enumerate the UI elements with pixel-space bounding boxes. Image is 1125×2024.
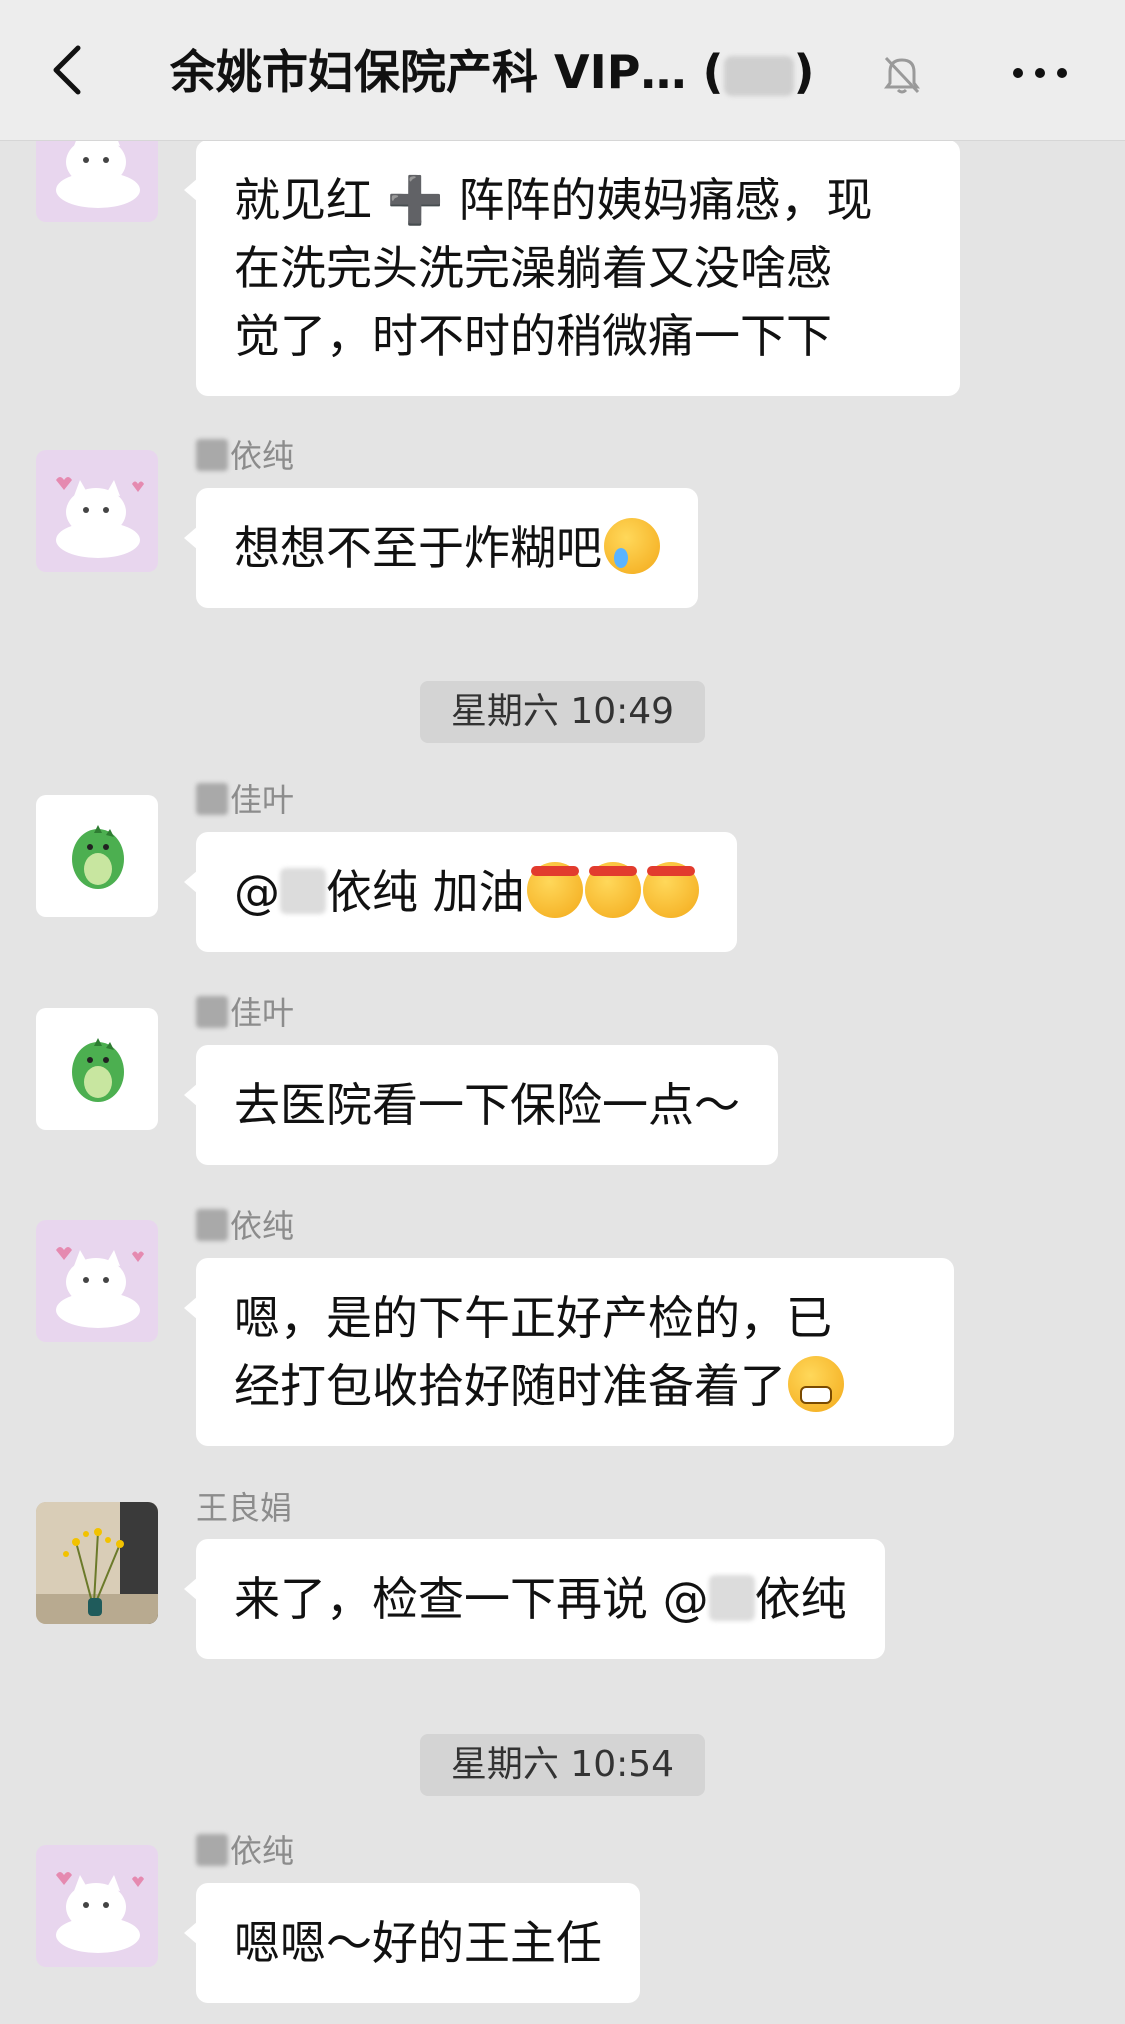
chat-header: 余姚市妇保院产科 VIP… () <box>0 0 1125 141</box>
bell-muted-icon <box>880 52 924 96</box>
avatar[interactable] <box>36 450 158 572</box>
back-button[interactable] <box>40 40 100 100</box>
avatar[interactable] <box>36 795 158 917</box>
sender-name-text: 依纯 <box>230 1207 295 1245</box>
avatar[interactable] <box>36 1502 158 1624</box>
message-text: 嗯嗯～好的王主任 <box>234 1916 602 1970</box>
mention-prefix: @ <box>234 865 280 919</box>
flower-photo-avatar-icon <box>36 1502 158 1624</box>
sender-name-text: 依纯 <box>230 1832 295 1870</box>
avatar[interactable] <box>36 140 158 222</box>
message-bubble[interactable]: 嗯，是的下午正好产检的，已 经打包收拾好随时准备着了 <box>184 1258 954 1446</box>
headband-face-emoji-icon <box>526 862 583 918</box>
mention-name-blur <box>708 1575 755 1621</box>
message-bubble[interactable]: 想想不至于炸糊吧 <box>184 488 698 608</box>
cat-avatar-icon <box>56 140 140 208</box>
name-blur <box>196 783 228 815</box>
member-count-close: ) <box>793 45 815 99</box>
chat-title[interactable]: 余姚市妇保院产科 VIP… () <box>170 42 890 102</box>
time-separator: 星期六 10:54 <box>420 1734 705 1796</box>
sender-name: 佳叶 <box>196 780 294 820</box>
message-text-line: 在洗完头洗完澡躺着又没啥感 <box>234 241 832 295</box>
avatar[interactable] <box>36 1008 158 1130</box>
message-bubble[interactable]: 就见红 ➕ 阵阵的姨妈痛感，现 在洗完头洗完澡躺着又没啥感 觉了，时不时的稍微痛… <box>184 140 960 396</box>
chat-title-text: 余姚市妇保院产科 VIP… <box>170 45 687 99</box>
crying-face-emoji-icon <box>604 518 660 574</box>
sender-name: 依纯 <box>196 1206 294 1246</box>
grinning-face-emoji-icon <box>788 1356 844 1412</box>
message-bubble[interactable]: 来了，检查一下再说 @ 依纯 <box>184 1539 885 1659</box>
sender-name: 依纯 <box>196 1831 294 1871</box>
dinosaur-avatar-icon <box>72 825 124 889</box>
name-blur <box>196 996 228 1028</box>
message-bubble[interactable]: 去医院看一下保险一点～ <box>184 1045 778 1165</box>
message-text-line: 就见红 ➕ 阵阵的姨妈痛感，现 <box>234 173 873 227</box>
time-separator: 星期六 10:49 <box>420 681 705 743</box>
member-count-blurred <box>723 55 794 96</box>
headband-face-emoji-icon <box>642 862 699 918</box>
dinosaur-avatar-icon <box>72 1038 124 1102</box>
sender-name-text: 佳叶 <box>230 994 295 1032</box>
message-text: 去医院看一下保险一点～ <box>234 1078 740 1132</box>
message-text: 想想不至于炸糊吧 <box>234 521 602 575</box>
cat-avatar-icon <box>56 1872 144 1953</box>
cat-avatar-icon <box>56 1247 144 1328</box>
headband-face-emoji-icon <box>584 862 641 918</box>
sender-name: 王良娟 <box>196 1489 293 1527</box>
sender-name: 依纯 <box>196 436 294 476</box>
name-blur <box>196 1209 228 1241</box>
name-blur <box>196 1834 228 1866</box>
message-list[interactable]: 就见红 ➕ 阵阵的姨妈痛感，现 在洗完头洗完澡躺着又没啥感 觉了，时不时的稍微痛… <box>0 140 1125 2024</box>
cat-avatar-icon <box>56 477 144 558</box>
message-text: 依纯 加油 <box>326 865 525 919</box>
message-bubble[interactable]: @ 依纯 加油 <box>184 832 737 952</box>
mention-name-blur <box>280 868 326 914</box>
sender-name-text: 佳叶 <box>230 781 295 819</box>
message-text-line: 经打包收拾好随时准备着了 <box>234 1359 786 1413</box>
member-count-open: ( <box>702 45 724 99</box>
chevron-left-icon <box>53 45 81 95</box>
sender-name-text: 依纯 <box>230 437 295 475</box>
avatar[interactable] <box>36 1220 158 1342</box>
message-text: 依纯 <box>754 1572 847 1626</box>
message-text-line: 嗯，是的下午正好产检的，已 <box>234 1291 832 1345</box>
message-bubble[interactable]: 嗯嗯～好的王主任 <box>184 1883 640 2003</box>
message-text-line: 觉了，时不时的稍微痛一下下 <box>234 309 832 363</box>
sender-name: 佳叶 <box>196 993 294 1033</box>
avatar[interactable] <box>36 1845 158 1967</box>
more-dots-icon <box>1013 68 1067 78</box>
more-button[interactable] <box>1010 48 1070 98</box>
name-blur <box>196 439 228 471</box>
message-text: 来了，检查一下再说 @ <box>234 1572 709 1626</box>
